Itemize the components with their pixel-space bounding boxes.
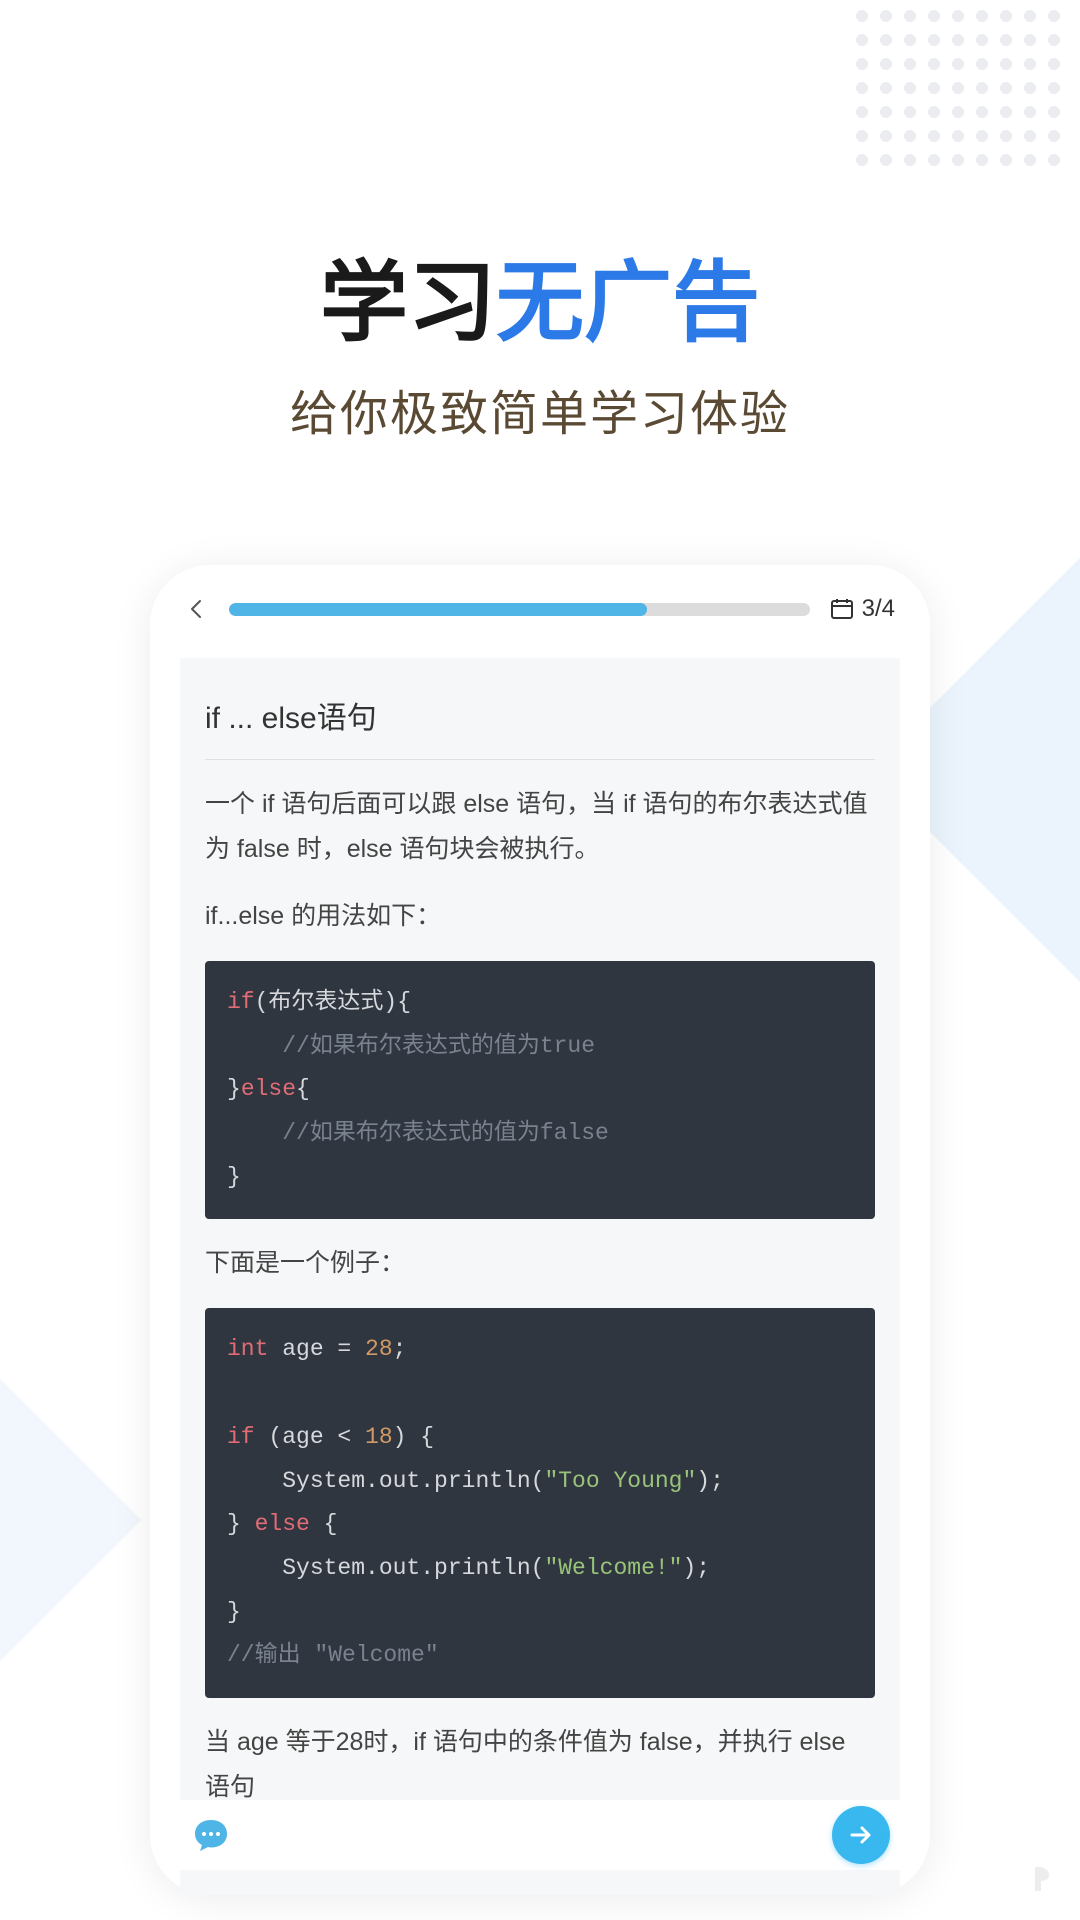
watermark-icon — [1025, 1859, 1065, 1905]
code-type: int — [227, 1336, 268, 1362]
code-text: } — [227, 1164, 241, 1190]
code-keyword: if — [227, 989, 255, 1015]
code-string: "Too Young" — [544, 1468, 696, 1494]
progress-fill — [229, 603, 647, 616]
code-text: } — [227, 1076, 241, 1102]
back-button[interactable] — [185, 597, 209, 621]
decorative-shape — [0, 1379, 141, 1662]
code-comment: //输出 "Welcome" — [227, 1642, 439, 1668]
hero-title-part2: 无广告 — [496, 253, 760, 352]
code-block: int age = 28; if (age < 18) { System.out… — [205, 1308, 875, 1698]
page-counter: 3/4 — [830, 595, 895, 623]
code-text: System.out.println( — [227, 1555, 544, 1581]
next-button[interactable] — [832, 1806, 890, 1864]
progress-bar — [229, 603, 810, 616]
code-comment: //如果布尔表达式的值为true — [227, 1033, 595, 1059]
lesson-content[interactable]: if ... else语句 一个 if 语句后面可以跟 else 语句，当 if… — [180, 658, 900, 1895]
hero-title-part1: 学习 — [320, 253, 496, 352]
lesson-title: if ... else语句 — [205, 693, 875, 760]
arrow-right-icon — [846, 1820, 876, 1850]
code-keyword: else — [241, 1076, 296, 1102]
code-string: "Welcome!" — [544, 1555, 682, 1581]
lesson-paragraph: 下面是一个例子： — [205, 1241, 875, 1286]
code-text: ); — [696, 1468, 724, 1494]
code-text: ) { — [393, 1424, 434, 1450]
phone-mockup: 3/4 if ... else语句 一个 if 语句后面可以跟 else 语句，… — [150, 565, 930, 1895]
code-block: if(布尔表达式){ //如果布尔表达式的值为true }else{ //如果布… — [205, 961, 875, 1219]
calendar-icon — [830, 598, 854, 620]
code-text: (age < — [255, 1424, 365, 1450]
code-text: { — [310, 1511, 338, 1537]
code-text: age = — [268, 1336, 365, 1362]
code-text: } — [227, 1511, 255, 1537]
code-text: { — [296, 1076, 310, 1102]
code-text: System.out.println( — [227, 1468, 544, 1494]
code-keyword: else — [255, 1511, 310, 1537]
hero-subtitle: 给你极致简单学习体验 — [0, 374, 1080, 444]
chevron-left-icon — [185, 597, 209, 621]
decorative-dot-grid — [856, 10, 1060, 166]
code-text: } — [227, 1599, 241, 1625]
lesson-paragraph: if...else 的用法如下： — [205, 894, 875, 939]
code-text: ; — [393, 1336, 407, 1362]
lesson-paragraph: 当 age 等于28时，if 语句中的条件值为 false，并执行 else 语… — [205, 1720, 875, 1810]
code-number: 28 — [365, 1336, 393, 1362]
chat-icon — [190, 1814, 232, 1856]
code-text: ); — [682, 1555, 710, 1581]
chat-button[interactable] — [190, 1814, 232, 1856]
code-number: 18 — [365, 1424, 393, 1450]
lesson-top-bar: 3/4 — [180, 595, 900, 623]
lesson-paragraph: 一个 if 语句后面可以跟 else 语句，当 if 语句的布尔表达式值为 fa… — [205, 782, 875, 872]
bottom-action-bar — [180, 1800, 900, 1870]
code-keyword: if — [227, 1424, 255, 1450]
page-count-text: 3/4 — [862, 595, 895, 623]
code-comment: //如果布尔表达式的值为false — [227, 1120, 609, 1146]
hero-title: 学习无广告 — [0, 250, 1080, 356]
code-text: (布尔表达式){ — [255, 989, 411, 1015]
